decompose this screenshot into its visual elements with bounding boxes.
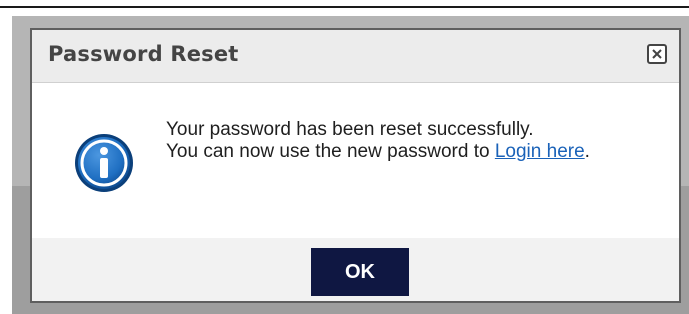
dialog-footer: OK [32,238,679,301]
ok-button[interactable]: OK [311,248,409,296]
dialog-titlebar: Password Reset [32,30,679,83]
login-here-link[interactable]: Login here [495,141,585,162]
message-line-1: Your password has been reset successfull… [166,119,534,140]
password-reset-dialog: Password Reset Your password has been re… [30,28,681,303]
message-line-2: You can now use the new password to [166,141,495,162]
info-icon [75,134,133,192]
dialog-title: Password Reset [48,42,239,66]
close-icon [652,49,662,59]
dialog-body: Your password has been reset successfull… [32,83,679,238]
close-button[interactable] [647,44,667,64]
page-top-rule [0,6,689,8]
dialog-message: Your password has been reset successfull… [166,119,666,163]
message-suffix: . [584,141,590,162]
